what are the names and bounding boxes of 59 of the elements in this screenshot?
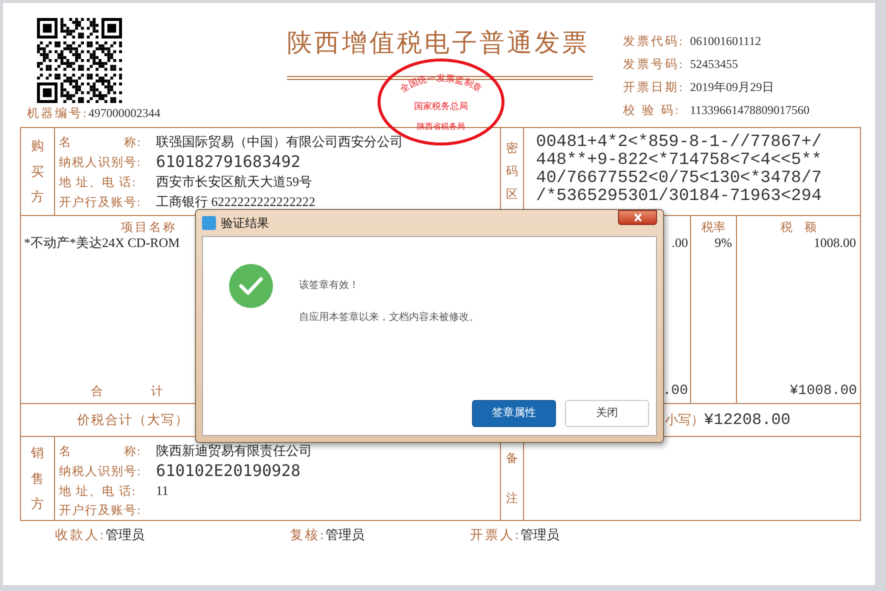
field-label: 机器编号: [27, 105, 88, 121]
field-value: 497000002344 [88, 105, 160, 121]
field-value: 西安市长安区航天大道59号 [156, 173, 312, 192]
field-value: 11339661478809017560 [690, 102, 810, 119]
side-label: 密码区 [506, 140, 518, 203]
dialog-button[interactable]: 关闭 [565, 400, 649, 427]
total-label: 合 计 [90, 383, 164, 400]
field-value: 工商银行 6222222222222222 [156, 193, 316, 212]
table-cell-text: *不动产*美达24X CD-ROM [23, 234, 181, 252]
field-label: 开票人: [470, 526, 521, 544]
field-label: 复核: [290, 526, 326, 544]
table-cell-text: .00 [670, 234, 689, 252]
status-message: 该签章有效！ [299, 278, 360, 293]
field-label: 地 址、电 话: [59, 482, 138, 500]
field-label: 名 称: [59, 442, 142, 460]
total-amount: .00 [662, 382, 689, 401]
column-header: 税 额 [780, 219, 818, 234]
field-label: 价税合计（大写） [77, 411, 189, 430]
field-label: 纳税人识别号: [59, 462, 142, 480]
field-value: 610102E20190928 [156, 460, 300, 482]
field-label: 开票日期: [623, 79, 686, 96]
field-label: 开户行及账号: [59, 502, 142, 520]
table-cell-text: 1008.00 [812, 234, 857, 252]
field-label: 开户行及账号: [59, 194, 142, 211]
field-value: 52453455 [690, 56, 738, 73]
column-header: 项目名称 [120, 219, 178, 234]
total-tax: ¥1008.00 [788, 382, 858, 401]
side-label: 备注 [506, 450, 518, 506]
side-label: 购买方 [31, 137, 44, 206]
status-detail: 自应用本签章以来，文档内容未被修改。 [299, 310, 479, 325]
field-label: 发票代码: [623, 33, 686, 50]
cipher-text: 00481+4*2<*859-8-1-//77867+/ 448**+9-822<*714758<7<4<<5** 40/76677552<0/75<130<*3478/7 /*5365295301/30184-71963<294 [535, 132, 822, 208]
field-label: 发票号码: [623, 56, 686, 73]
dialog-button[interactable]: 签章属性 [472, 400, 556, 427]
field-label: 纳税人识别号: [59, 154, 142, 171]
field-label: 收款人: [55, 526, 106, 544]
field-label: 地 址、电 话: [59, 174, 138, 191]
invoice-title: 陕西增值税电子普通发票 [287, 29, 590, 59]
field-value: 联强国际贸易（中国）有限公司西安分公司 [156, 133, 403, 152]
column-header: 税率 [700, 219, 726, 234]
dialog-title: 验证结果 [221, 215, 269, 232]
field-value: 陕西新迪贸易有限责任公司 [156, 442, 312, 460]
app-icon [202, 216, 216, 230]
table-cell-text: 9% [714, 234, 733, 252]
field-label: 小写） [665, 411, 704, 430]
field-value: 061001601112 [690, 33, 762, 50]
field-value: 管理员 [326, 526, 365, 544]
field-value: 2019年09月29日 [690, 79, 774, 96]
field-label: 校 验 码: [623, 102, 682, 119]
field-value: 管理员 [520, 526, 560, 544]
field-label: 名 称: [59, 134, 142, 151]
field-value: 610182791683492 [156, 151, 300, 173]
grand-total-value: ¥12208.00 [704, 410, 790, 431]
check-icon [229, 264, 273, 308]
field-value: 11 [156, 482, 169, 500]
side-label: 销售方 [31, 444, 44, 514]
field-value: 管理员 [106, 526, 145, 544]
close-icon [632, 213, 642, 222]
close-button[interactable] [618, 210, 657, 225]
